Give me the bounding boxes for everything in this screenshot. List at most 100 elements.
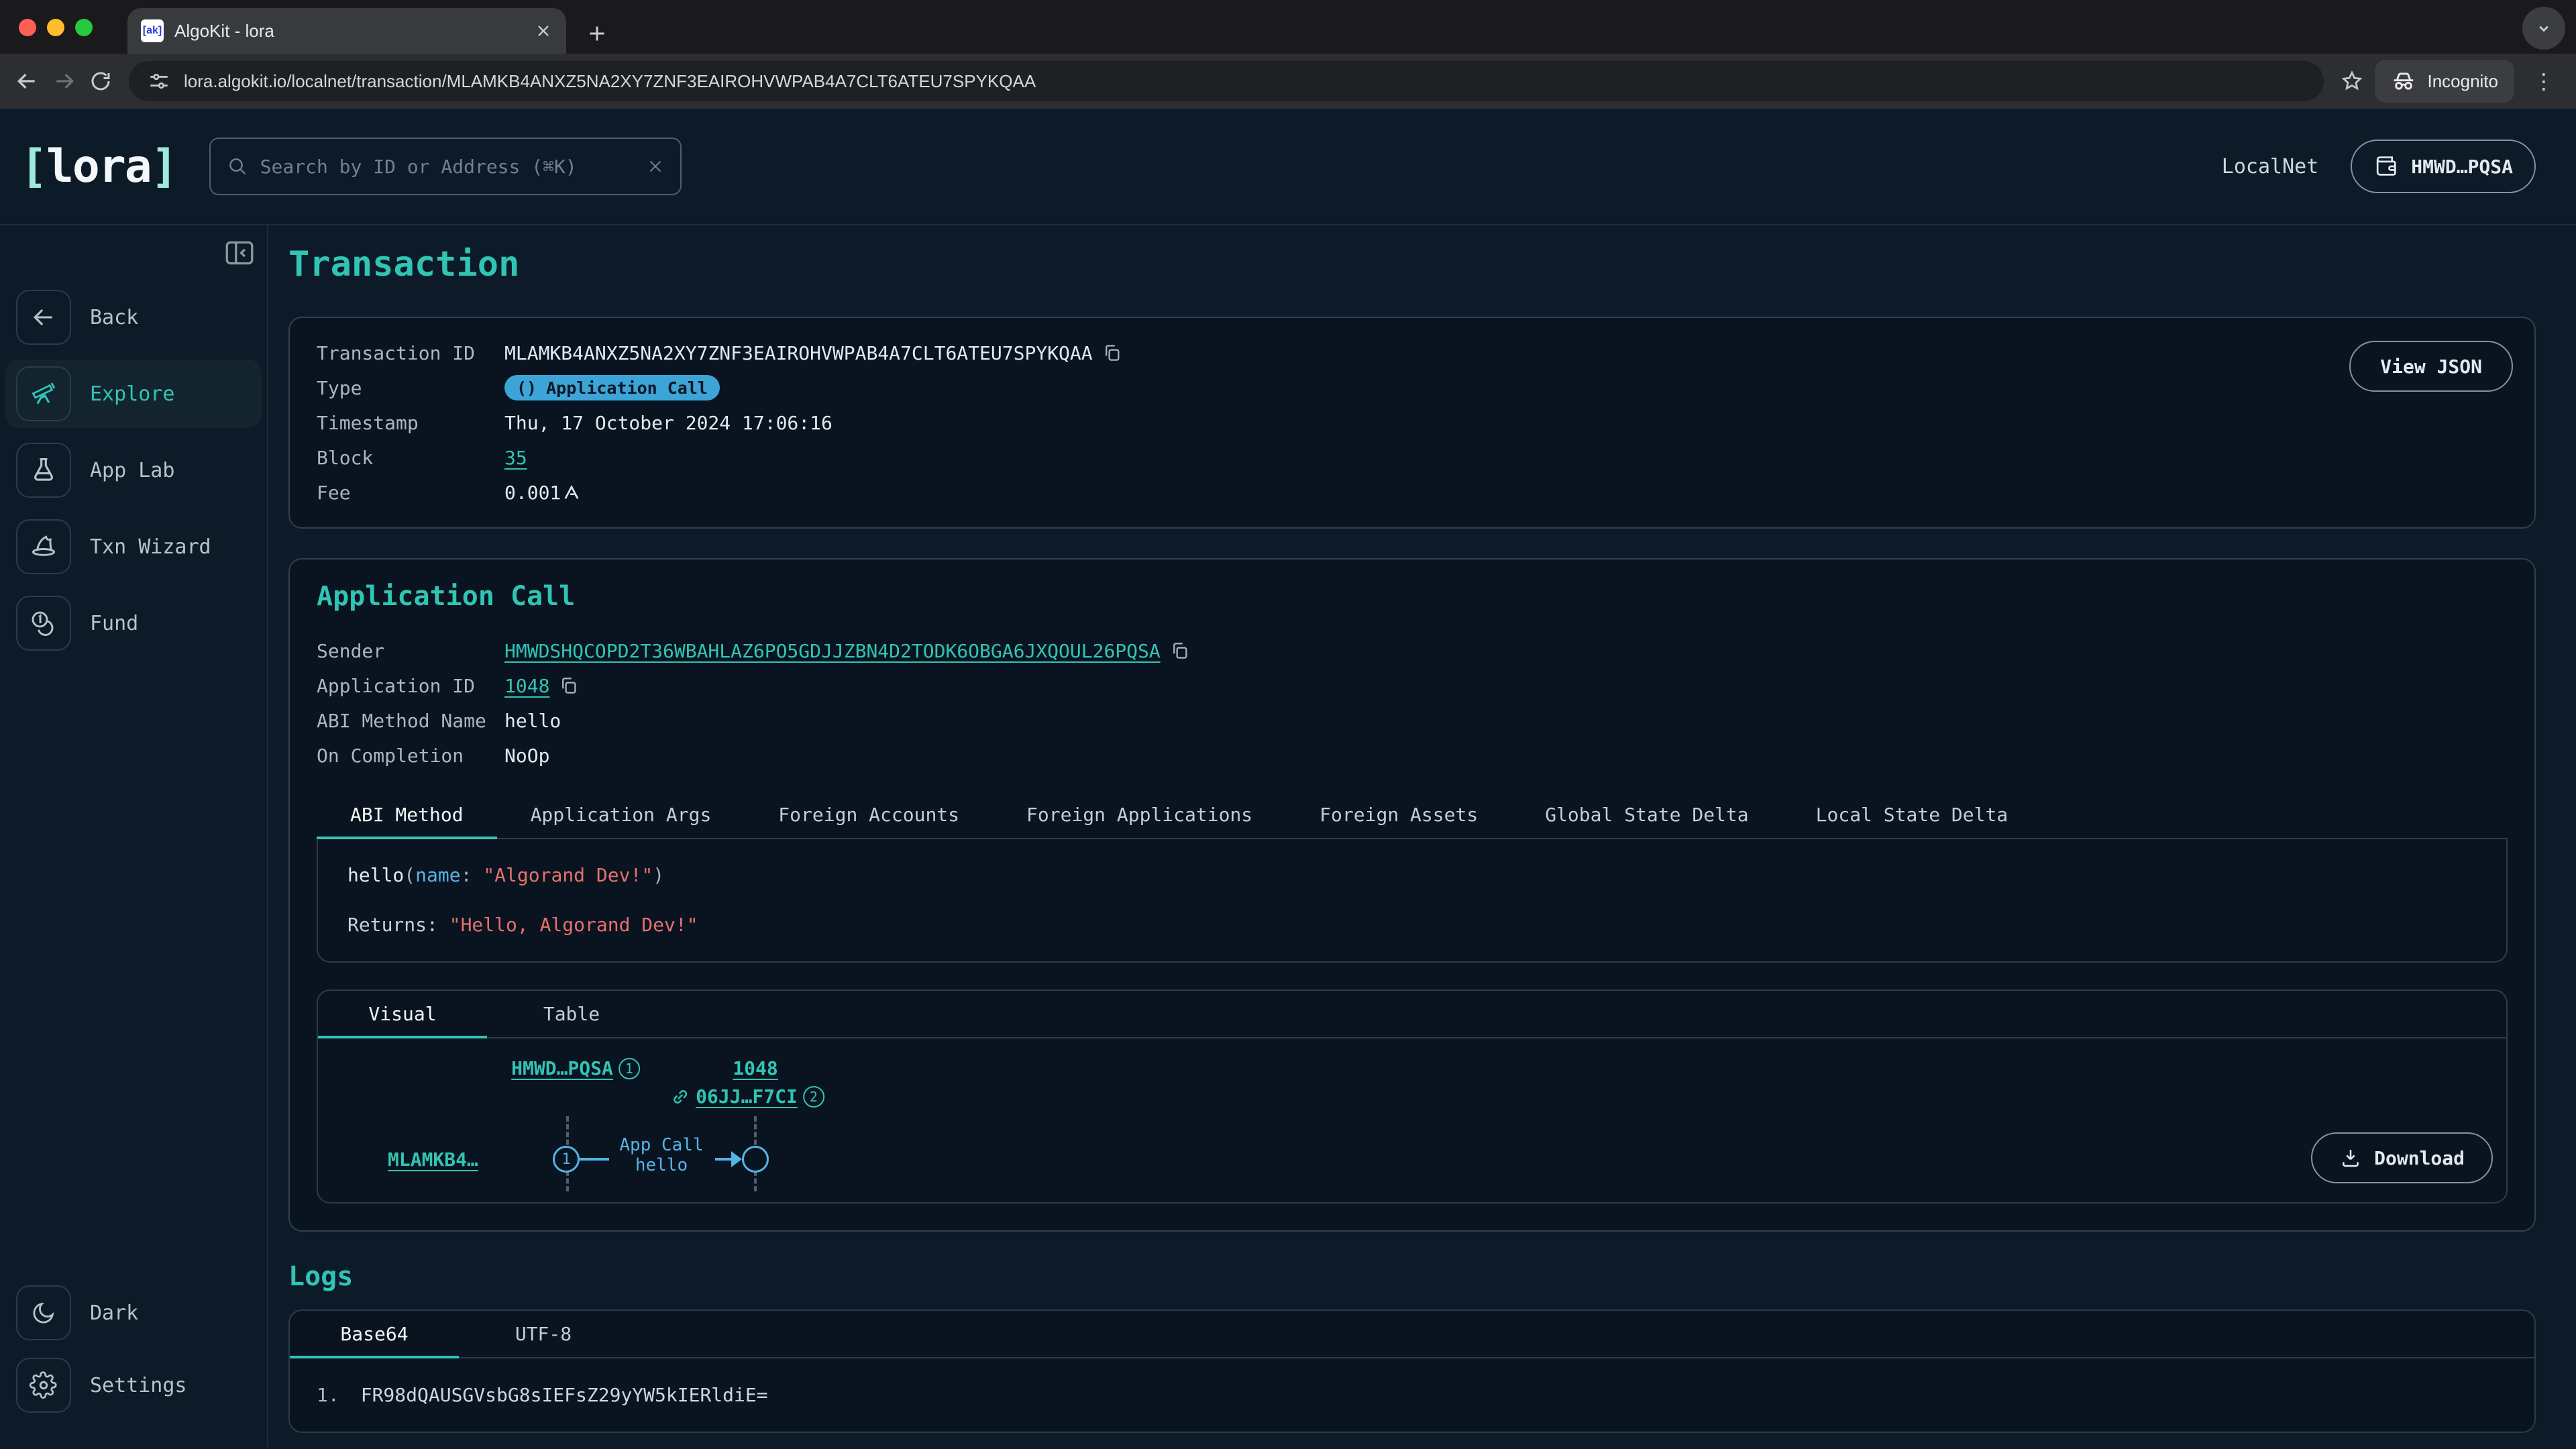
sidebar-item-theme-toggle[interactable]: Dark [5,1279,262,1347]
transaction-graph: HMWD…PQSA 1 1048 06JJ…F7CI [318,1038,2506,1202]
app-window: [ak] AlgoKit - lora [0,0,2576,1449]
log-entry-index: 1. [317,1384,339,1406]
zoom-window-button[interactable] [75,19,93,36]
network-selector[interactable]: LocalNet [2222,155,2319,178]
graph-node-app[interactable] [742,1146,769,1173]
sidebar-item-settings[interactable]: Settings [5,1351,262,1419]
visual-panel: Visual Table HMWD…PQSA 1 1048 [317,989,2508,1203]
tab-visual[interactable]: Visual [318,991,487,1037]
tab-base64[interactable]: Base64 [290,1311,459,1357]
search-clear-icon[interactable] [647,158,664,175]
sidebar-item-fund[interactable]: Fund [5,589,262,657]
app-call-glyph: () [517,378,537,398]
new-tab-button[interactable] [585,21,609,46]
graph-group-link[interactable]: 06JJ…F7CI [696,1085,798,1108]
application-call-card: Application Call Sender HMWDSHQCOPD2T36W… [288,558,2536,1232]
browser-toolbar: lora.algokit.io/localnet/transaction/MLA… [0,54,2576,109]
tab-local-state-delta[interactable]: Local State Delta [1782,792,2042,838]
sidebar-item-label: App Lab [90,459,174,482]
sidebar-item-label: Explore [90,382,174,406]
tab-foreign-accounts[interactable]: Foreign Accounts [745,792,993,838]
sidebar-item-txn-wizard[interactable]: Txn Wizard [5,513,262,581]
flask-icon [16,443,71,498]
graph-sender-number: 1 [619,1058,640,1079]
search-icon [227,156,248,177]
wallet-icon [2373,154,2399,179]
tab-table[interactable]: Table [487,991,656,1037]
txid-value: MLAMKB4ANXZ5NA2XY7ZNF3EAIROHVWPAB4A7CLT6… [504,342,1093,364]
sidebar-item-back[interactable]: Back [5,283,262,352]
logo-bracket-left: [ [20,140,46,193]
browser-menu-button[interactable]: ⋮ [2525,68,2563,94]
sender-link[interactable]: HMWDSHQCOPD2T36WBAHLAZ6PO5GDJJZBN4D2TODK… [504,640,1161,662]
page-title: Transaction [288,244,2536,284]
abi-method-panel: hello(name: "Algorand Dev!") Returns: "H… [317,839,2508,963]
download-button[interactable]: Download [2311,1132,2493,1183]
search-input[interactable] [260,156,635,178]
logs-tabs: Base64 UTF-8 [290,1311,2534,1358]
telescope-icon [16,366,71,421]
close-window-button[interactable] [19,19,36,36]
tab-abi-method[interactable]: ABI Method [317,792,497,838]
wallet-button[interactable]: HMWD…PQSA [2351,140,2536,193]
block-label: Block [317,447,504,469]
type-badge: () Application Call [504,375,720,400]
tab-foreign-applications[interactable]: Foreign Applications [993,792,1286,838]
abi-call-line: hello(name: "Algorand Dev!") [347,862,2477,889]
logo-name: lora [46,140,151,193]
address-bar[interactable]: lora.algokit.io/localnet/transaction/MLA… [129,61,2324,101]
logs-title: Logs [288,1261,2536,1292]
graph-node-sender[interactable]: 1 [553,1146,580,1173]
site-settings-icon[interactable] [148,70,170,93]
incognito-icon [2391,68,2416,94]
tab-close-icon[interactable] [534,21,553,40]
lora-logo[interactable]: [lora] [20,140,177,193]
bookmark-star-icon[interactable] [2340,69,2364,93]
view-json-label: View JSON [2380,356,2482,378]
search-box[interactable] [209,138,682,195]
timestamp-label: Timestamp [317,412,504,434]
minimize-window-button[interactable] [47,19,64,36]
tab-strip: [ak] AlgoKit - lora [0,0,2576,54]
download-label: Download [2374,1147,2465,1169]
timestamp-value: Thu, 17 October 2024 17:06:16 [504,412,2508,434]
sidebar-footer: Dark Settings [0,1275,267,1448]
block-link[interactable]: 35 [504,447,527,469]
tab-global-state-delta[interactable]: Global State Delta [1511,792,1782,838]
graph-sender-link[interactable]: HMWD…PQSA [511,1057,613,1079]
forward-button[interactable] [51,68,78,95]
tab-favicon: [ak] [141,19,164,42]
application-id-link[interactable]: 1048 [504,675,549,697]
copy-icon[interactable] [559,676,579,696]
back-button[interactable] [13,68,40,95]
tab-search-button[interactable] [2522,7,2565,50]
sidebar-item-explore[interactable]: Explore [5,360,262,428]
tab-application-args[interactable]: Application Args [497,792,745,838]
copy-icon[interactable] [1170,641,1190,661]
incognito-badge: Incognito [2375,60,2514,103]
main-content: Transaction View JSON Transaction ID MLA… [268,225,2576,1448]
tab-foreign-assets[interactable]: Foreign Assets [1286,792,1511,838]
group-link-icon [670,1087,690,1107]
window-controls [19,19,93,36]
browser-tab[interactable]: [ak] AlgoKit - lora [127,8,566,54]
sidebar-collapse-icon[interactable] [223,236,256,270]
copy-icon[interactable] [1102,343,1122,363]
graph-arrowhead [731,1151,742,1167]
sender-label: Sender [317,640,504,662]
fee-value: 0.001 [504,482,561,504]
arrow-left-icon [16,290,71,345]
reload-button[interactable] [89,69,113,93]
graph-group-number: 2 [803,1086,824,1108]
sidebar: Back Explore App Lab [0,225,268,1448]
wallet-address: HMWD…PQSA [2411,156,2513,178]
graph-row-txn-link[interactable]: MLAMKB4… [388,1148,478,1171]
application-call-title: Application Call [317,581,2508,612]
app-header: [lora] LocalNet HMWD…PQSA [0,109,2576,225]
graph-app-link[interactable]: 1048 [733,1057,777,1079]
tab-utf8[interactable]: UTF-8 [459,1311,628,1357]
view-json-button[interactable]: View JSON [2349,341,2513,392]
sidebar-item-app-lab[interactable]: App Lab [5,436,262,504]
download-icon [2339,1146,2362,1169]
visual-tabs: Visual Table [318,991,2506,1038]
